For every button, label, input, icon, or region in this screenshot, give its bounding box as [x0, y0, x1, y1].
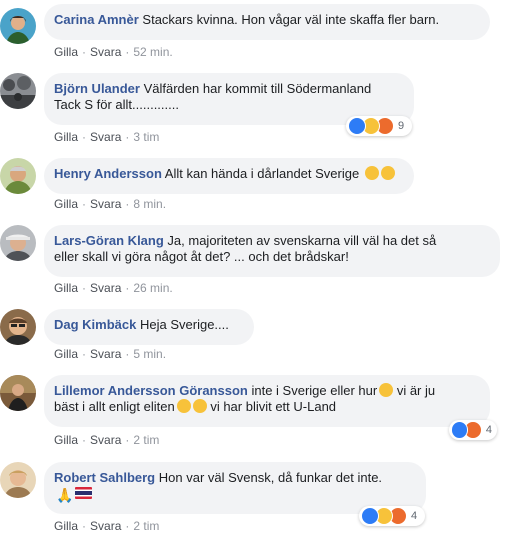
praying-hands-icon: 🙏 [56, 487, 74, 503]
reaction-count: 4 [411, 510, 418, 522]
comment-text-line2-b: vi har blivit ett U-Land [210, 399, 337, 414]
thailand-flag-icon [75, 487, 93, 499]
comment-timestamp[interactable]: 2 tim [133, 519, 159, 533]
frowning-face-icon [379, 383, 394, 397]
crying-face-icon [364, 166, 379, 180]
like-reaction-icon [361, 507, 379, 525]
comment-timestamp[interactable]: 2 tim [133, 433, 159, 447]
separator: · [125, 433, 130, 447]
reaction-count: 4 [485, 424, 492, 436]
frowning-face-icon [192, 399, 207, 413]
frowning-face-icon [176, 399, 191, 413]
comment-text: Heja Sverige.... [140, 317, 229, 332]
comment-actions: Gilla · Svara · 8 min. [54, 196, 166, 212]
comment-actions: Gilla · Svara · 2 tim [54, 518, 159, 534]
comment-author[interactable]: Robert Sahlberg [54, 470, 155, 485]
separator: · [82, 281, 87, 295]
separator: · [125, 281, 130, 295]
comment-text: Hon var väl Svensk, då funkar det inte. [158, 470, 383, 485]
comment-actions: Gilla · Svara · 26 min. [54, 280, 173, 296]
separator: · [125, 130, 130, 144]
comment-text-b: vi är ju [396, 383, 436, 398]
comment-text: Välfärden har kommit till Södermanland [143, 81, 372, 96]
comment-timestamp[interactable]: 52 min. [133, 45, 172, 59]
reply-button[interactable]: Svara [90, 197, 121, 211]
like-button[interactable]: Gilla [54, 433, 78, 447]
avatar[interactable] [0, 158, 36, 194]
reactions-summary[interactable]: 9 [346, 116, 412, 136]
avatar[interactable] [0, 8, 36, 44]
comment-bubble: Dag Kimbäck Heja Sverige.... [44, 309, 254, 345]
like-button[interactable]: Gilla [54, 347, 78, 361]
avatar[interactable] [0, 462, 36, 498]
like-button[interactable]: Gilla [54, 130, 78, 144]
reactions-summary[interactable]: 4 [359, 506, 425, 526]
avatar[interactable] [0, 309, 36, 345]
comment-author[interactable]: Henry Andersson [54, 166, 162, 181]
comment-actions: Gilla · Svara · 3 tim [54, 129, 159, 145]
reply-button[interactable]: Svara [90, 433, 121, 447]
separator: · [82, 347, 87, 361]
comment-actions: Gilla · Svara · 52 min. [54, 44, 173, 60]
separator: · [82, 519, 87, 533]
reply-button[interactable]: Svara [90, 45, 121, 59]
comment-author[interactable]: Björn Ulander [54, 81, 140, 96]
comment-bubble: Lars-Göran Klang Ja, majoriteten av sven… [44, 225, 500, 277]
avatar[interactable] [0, 225, 36, 261]
like-button[interactable]: Gilla [54, 281, 78, 295]
comment-text-line2: bäst i allt enligt eliten [54, 399, 175, 414]
like-button[interactable]: Gilla [54, 197, 78, 211]
comment-bubble: Lillemor Andersson Göransson inte i Sver… [44, 375, 490, 427]
like-button[interactable]: Gilla [54, 45, 78, 59]
comment-timestamp[interactable]: 8 min. [133, 197, 166, 211]
comment-text: Ja, majoriteten av svenskarna vill väl h… [167, 233, 437, 248]
comment-author[interactable]: Lars-Göran Klang [54, 233, 164, 248]
steaming-face-icon [380, 166, 395, 180]
comment-timestamp[interactable]: 3 tim [133, 130, 159, 144]
comment-text: Stackars kvinna. Hon vågar väl inte skaf… [142, 12, 440, 27]
separator: · [82, 433, 87, 447]
reply-button[interactable]: Svara [90, 519, 121, 533]
like-button[interactable]: Gilla [54, 519, 78, 533]
comment-timestamp[interactable]: 26 min. [133, 281, 172, 295]
comment-author[interactable]: Carina Amnèr [54, 12, 139, 27]
comment-text: Allt kan hända i dårlandet Sverige [164, 166, 360, 181]
reaction-count: 9 [398, 120, 405, 132]
reply-button[interactable]: Svara [90, 281, 121, 295]
reply-button[interactable]: Svara [90, 347, 121, 361]
like-reaction-icon [348, 117, 366, 135]
avatar[interactable] [0, 73, 36, 109]
separator: · [125, 197, 130, 211]
separator: · [125, 519, 130, 533]
separator: · [82, 45, 87, 59]
reactions-summary[interactable]: 4 [449, 420, 497, 440]
separator: · [125, 45, 130, 59]
avatar[interactable] [0, 375, 36, 411]
comment-text: inte i Sverige eller hur [251, 383, 378, 398]
comment-text-line2: Tack S för allt............. [54, 97, 179, 112]
reply-button[interactable]: Svara [90, 130, 121, 144]
comment-bubble: Carina Amnèr Stackars kvinna. Hon vågar … [44, 4, 490, 40]
comment-bubble: Henry Andersson Allt kan hända i dårland… [44, 158, 414, 194]
comment-timestamp[interactable]: 5 min. [133, 347, 166, 361]
separator: · [82, 130, 87, 144]
separator: · [125, 347, 130, 361]
comment-author[interactable]: Lillemor Andersson Göransson [54, 383, 248, 398]
comment-list: Carina Amnèr Stackars kvinna. Hon vågar … [0, 0, 514, 543]
separator: · [82, 197, 87, 211]
comment-author[interactable]: Dag Kimbäck [54, 317, 136, 332]
comment-actions: Gilla · Svara · 2 tim [54, 432, 159, 448]
comment-text-line2: eller skall vi göra något åt det? ... oc… [54, 249, 349, 264]
comment-actions: Gilla · Svara · 5 min. [54, 346, 166, 362]
